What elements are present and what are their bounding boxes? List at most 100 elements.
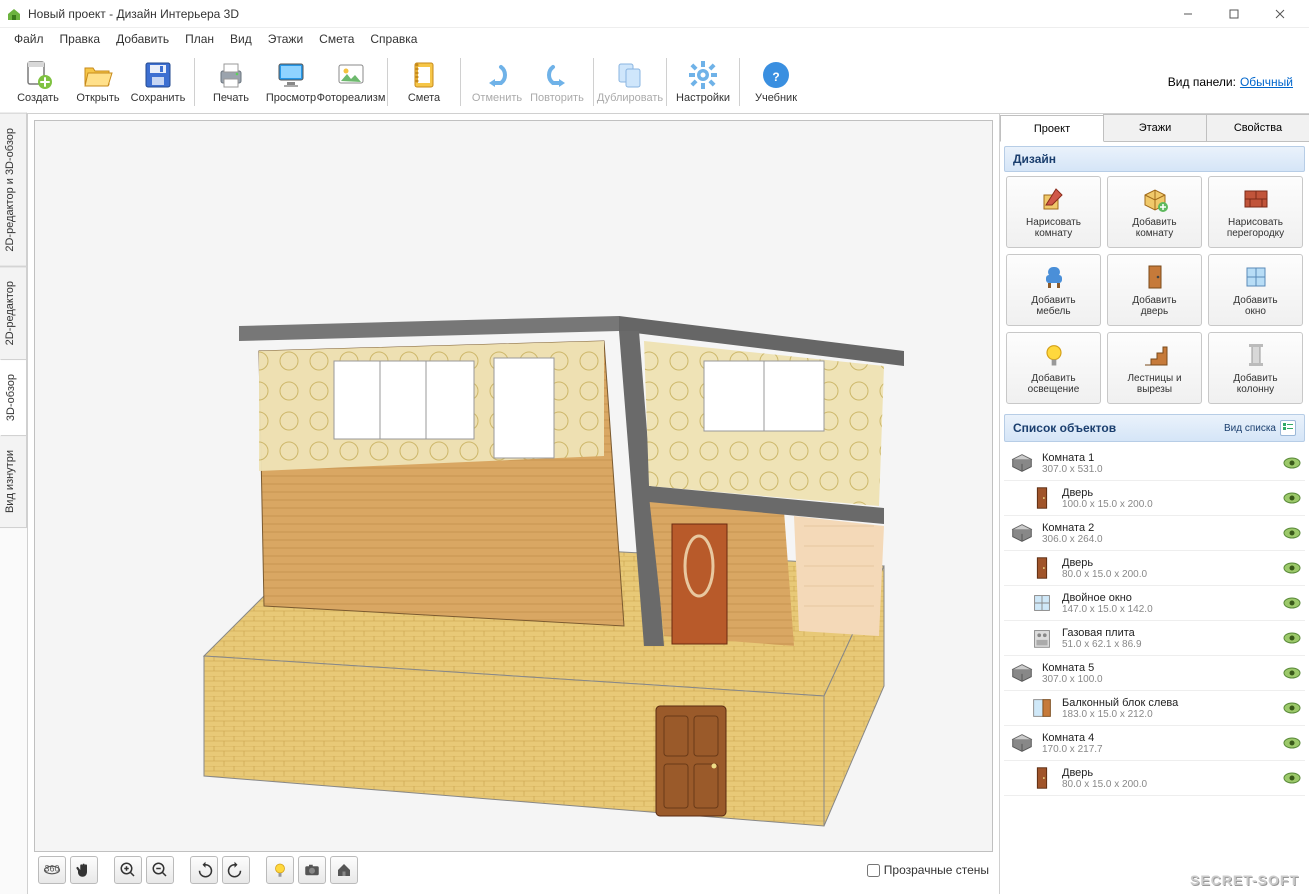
toolbar-create-label: Создать	[17, 93, 59, 104]
toolbar-dup-label: Дублировать	[597, 93, 663, 104]
object-dims: 306.0 x 264.0	[1042, 534, 1283, 545]
panel-mode-link[interactable]: Обычный	[1240, 75, 1293, 89]
object-item[interactable]: Газовая плита51.0 x 62.1 x 86.9	[1004, 621, 1305, 656]
object-name: Двойное окно	[1062, 592, 1283, 604]
menu-справка[interactable]: Справка	[362, 30, 425, 48]
panel-mode-label: Вид панели:	[1168, 75, 1236, 89]
visibility-eye-icon[interactable]	[1283, 457, 1301, 469]
design-stairs-button[interactable]: Лестницы ивырезы	[1107, 332, 1202, 404]
design-door-button[interactable]: Добавитьдверь	[1107, 254, 1202, 326]
visibility-eye-icon[interactable]	[1283, 702, 1301, 714]
image-icon	[335, 59, 367, 91]
object-dims: 170.0 x 217.7	[1042, 744, 1283, 755]
object-dims: 307.0 x 100.0	[1042, 674, 1283, 685]
object-item[interactable]: Комната 4170.0 x 217.7	[1004, 726, 1305, 761]
toolbar-estimate-button[interactable]: Смета	[394, 52, 454, 112]
menu-смета[interactable]: Смета	[311, 30, 362, 48]
viewtool-pan-button[interactable]	[70, 856, 98, 884]
toolbar-open-button[interactable]: Открыть	[68, 52, 128, 112]
object-item[interactable]: Дверь80.0 x 15.0 x 200.0	[1004, 761, 1305, 796]
block-icon	[1028, 694, 1056, 722]
design-light-label: Добавитьосвещение	[1028, 373, 1080, 395]
viewtool-hut-button[interactable]	[330, 856, 358, 884]
toolbar-save-button[interactable]: Сохранить	[128, 52, 188, 112]
design-furniture-button[interactable]: Добавитьмебель	[1006, 254, 1101, 326]
close-button[interactable]	[1257, 0, 1303, 28]
minimize-button[interactable]	[1165, 0, 1211, 28]
design-partition-button[interactable]: Нарисоватьперегородку	[1208, 176, 1303, 248]
visibility-eye-icon[interactable]	[1283, 597, 1301, 609]
vtab-2d[interactable]: 2D-редактор	[0, 266, 27, 360]
chair-icon	[1040, 263, 1068, 291]
right-tab-Свойства[interactable]: Свойства	[1206, 114, 1309, 141]
visibility-eye-icon[interactable]	[1283, 527, 1301, 539]
toolbar-settings-button[interactable]: Настройки	[673, 52, 733, 112]
visibility-eye-icon[interactable]	[1283, 667, 1301, 679]
design-column-button[interactable]: Добавитьколонну	[1208, 332, 1303, 404]
viewtool-light-button[interactable]	[266, 856, 294, 884]
design-partition-label: Нарисоватьперегородку	[1227, 217, 1284, 239]
door-wood-icon	[1028, 554, 1056, 582]
door-wood-icon	[1028, 764, 1056, 792]
list-view-mode-button[interactable]	[1280, 420, 1296, 436]
toolbar-photo-button[interactable]: Фотореализм	[321, 52, 381, 112]
design-draw-room-button[interactable]: Нарисоватькомнату	[1006, 176, 1101, 248]
vtab-3d[interactable]: 3D-обзор	[0, 359, 27, 436]
toolbar-save-label: Сохранить	[131, 93, 186, 104]
visibility-eye-icon[interactable]	[1283, 632, 1301, 644]
room-icon	[1008, 659, 1036, 687]
viewtool-cam-button[interactable]	[298, 856, 326, 884]
object-list[interactable]: Комната 1307.0 x 531.0Дверь100.0 x 15.0 …	[1000, 446, 1309, 894]
toolbar-create-button[interactable]: Создать	[8, 52, 68, 112]
vtab-inside[interactable]: Вид изнутри	[0, 435, 27, 528]
design-draw-room-label: Нарисоватькомнату	[1026, 217, 1081, 239]
maximize-button[interactable]	[1211, 0, 1257, 28]
object-item[interactable]: Комната 2306.0 x 264.0	[1004, 516, 1305, 551]
window2-icon	[1028, 589, 1056, 617]
object-item[interactable]: Дверь80.0 x 15.0 x 200.0	[1004, 551, 1305, 586]
viewtool-360-button[interactable]	[38, 856, 66, 884]
visibility-eye-icon[interactable]	[1283, 772, 1301, 784]
save-icon	[142, 59, 174, 91]
toolbar-help-button[interactable]: Учебник	[746, 52, 806, 112]
vtab-combo[interactable]: 2D-редактор и 3D-обзор	[0, 113, 27, 267]
visibility-eye-icon[interactable]	[1283, 562, 1301, 574]
window-title: Новый проект - Дизайн Интерьера 3D	[28, 7, 1165, 21]
column-icon	[1242, 341, 1270, 369]
object-item[interactable]: Двойное окно147.0 x 15.0 x 142.0	[1004, 586, 1305, 621]
viewtool-zin-button[interactable]	[114, 856, 142, 884]
object-name: Комната 2	[1042, 522, 1283, 534]
object-item[interactable]: Балконный блок слева183.0 x 15.0 x 212.0	[1004, 691, 1305, 726]
design-add-room-button[interactable]: Добавитькомнату	[1107, 176, 1202, 248]
monitor-icon	[275, 59, 307, 91]
visibility-eye-icon[interactable]	[1283, 737, 1301, 749]
menu-план[interactable]: План	[177, 30, 222, 48]
right-tab-Проект[interactable]: Проект	[1000, 115, 1104, 142]
transparent-walls-checkbox[interactable]: Прозрачные стены	[867, 863, 989, 877]
viewtool-rotl-button[interactable]	[190, 856, 218, 884]
toolbar-settings-label: Настройки	[676, 93, 730, 104]
toolbar-view-button[interactable]: Просмотр	[261, 52, 321, 112]
toolbar-redo-button: Повторить	[527, 52, 587, 112]
menu-добавить[interactable]: Добавить	[108, 30, 177, 48]
object-item[interactable]: Дверь100.0 x 15.0 x 200.0	[1004, 481, 1305, 516]
object-list-header: Список объектов Вид списка	[1004, 414, 1305, 442]
menu-вид[interactable]: Вид	[222, 30, 260, 48]
design-light-button[interactable]: Добавитьосвещение	[1006, 332, 1101, 404]
printer-icon	[215, 59, 247, 91]
object-item[interactable]: Комната 5307.0 x 100.0	[1004, 656, 1305, 691]
visibility-eye-icon[interactable]	[1283, 492, 1301, 504]
object-item[interactable]: Комната 1307.0 x 531.0	[1004, 446, 1305, 481]
menu-этажи[interactable]: Этажи	[260, 30, 311, 48]
design-window-button[interactable]: Добавитьокно	[1208, 254, 1303, 326]
menu-правка[interactable]: Правка	[52, 30, 109, 48]
toolbar-separator	[387, 58, 388, 106]
room-icon	[1008, 729, 1036, 757]
3d-viewport[interactable]	[34, 120, 993, 852]
toolbar-print-button[interactable]: Печать	[201, 52, 261, 112]
menu-файл[interactable]: Файл	[6, 30, 52, 48]
viewtool-zout-button[interactable]	[146, 856, 174, 884]
viewtool-rotr-button[interactable]	[222, 856, 250, 884]
transparent-walls-input[interactable]	[867, 864, 880, 877]
right-tab-Этажи[interactable]: Этажи	[1103, 114, 1207, 141]
